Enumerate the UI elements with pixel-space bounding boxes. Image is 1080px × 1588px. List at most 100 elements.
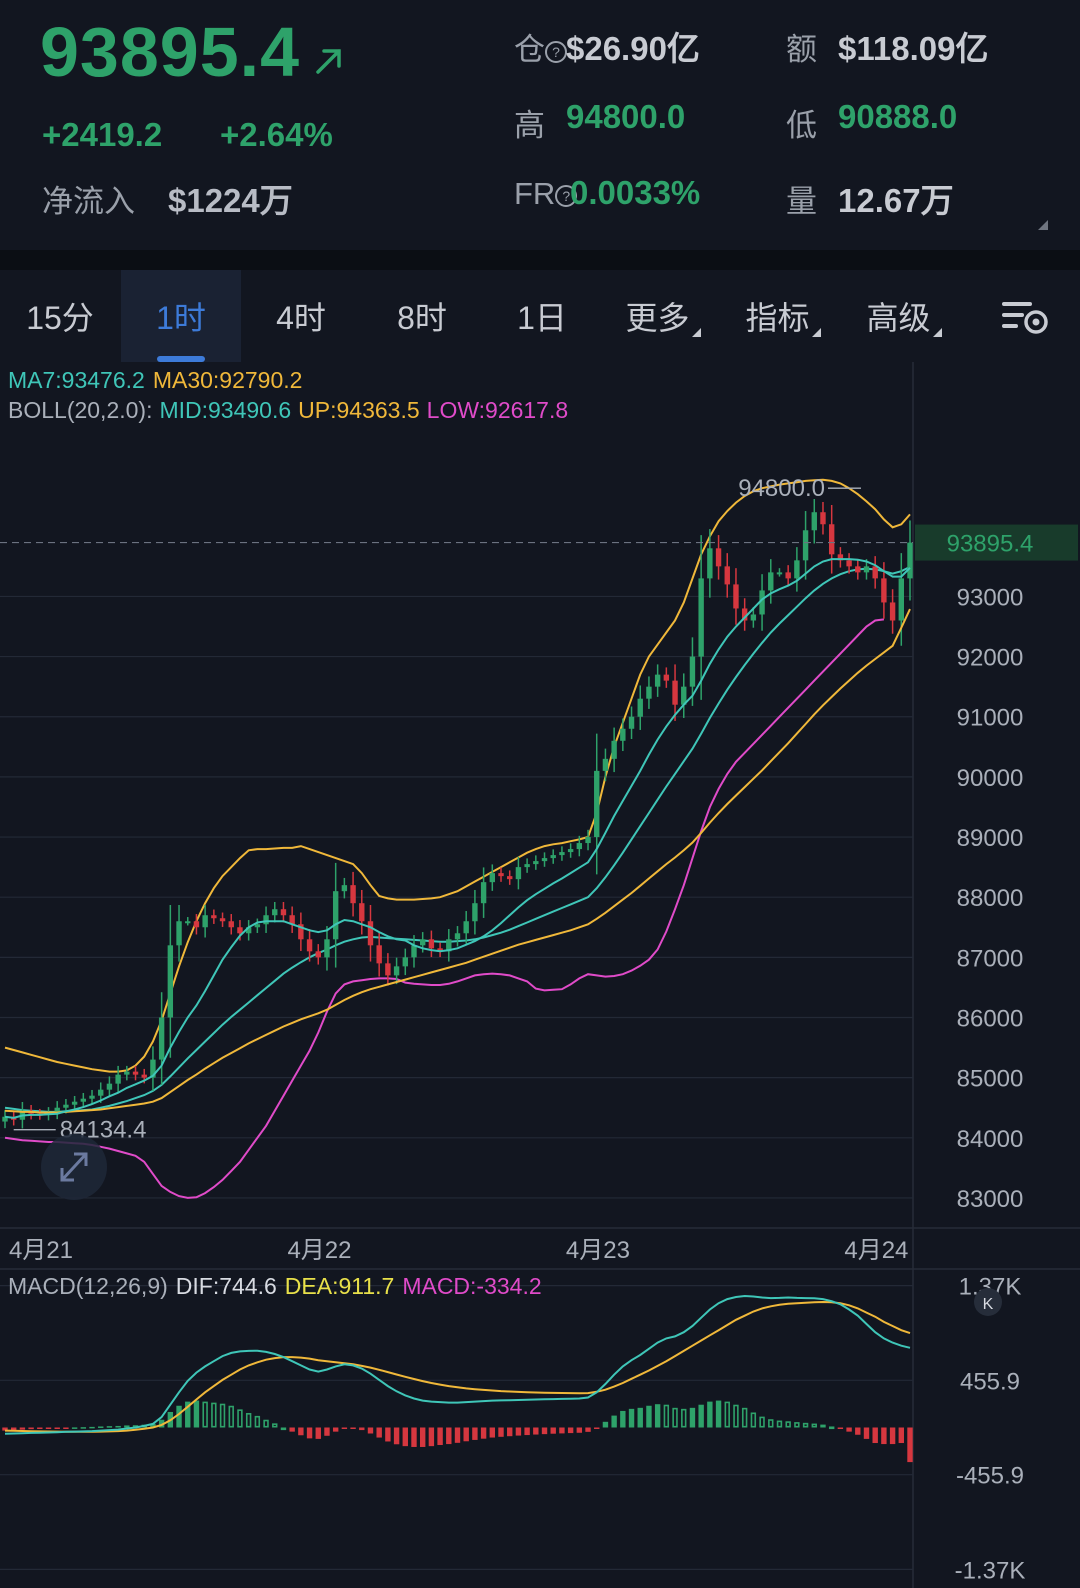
netflow-value: $1224万	[168, 182, 293, 219]
candle-body	[341, 885, 348, 892]
macd-bar	[28, 1427, 34, 1430]
amount-label: 额	[786, 32, 817, 67]
tab-8h[interactable]: 8时	[362, 270, 482, 362]
tab-label: 1日	[517, 300, 567, 336]
candle-body	[158, 1017, 165, 1060]
tab-1d[interactable]: 1日	[482, 270, 602, 362]
candle-body	[715, 548, 722, 567]
low-label: 低	[786, 108, 817, 143]
legend-ma30: MA30:92790.2	[153, 367, 303, 393]
tab-15m[interactable]: 15分	[0, 270, 120, 362]
macd-bar	[106, 1426, 113, 1428]
legend-boll: BOLL(20,2.0): MID:93490.6 UP:94363.5 LOW:92…	[8, 397, 568, 423]
macd-bar	[385, 1427, 391, 1442]
candle-body	[802, 530, 809, 561]
candle-body	[80, 1098, 87, 1102]
candle-body	[594, 770, 600, 838]
candle-body	[855, 566, 861, 573]
candle-body	[768, 572, 774, 591]
macd-bar	[63, 1427, 69, 1429]
tab-label: 4时	[276, 300, 326, 336]
candle-body	[115, 1074, 121, 1084]
candle-body	[881, 578, 887, 603]
funding-rate-value: 0.0033%	[570, 174, 701, 211]
macd-bar	[898, 1427, 904, 1444]
expand-corner-icon[interactable]	[1038, 220, 1048, 230]
max-price-label: 94800.0	[738, 475, 825, 502]
macd-bar	[515, 1427, 522, 1436]
tab-1h[interactable]: 1时	[121, 270, 241, 362]
candle-body	[237, 927, 243, 934]
candle-body	[515, 867, 522, 880]
candle-body	[132, 1071, 139, 1075]
legend-ma: MA7:93476.2 MA30:92790.2	[8, 367, 302, 393]
legend-boll-prefix: BOLL(20,2.0):	[8, 397, 152, 423]
legend-boll-up: UP:94363.5	[298, 397, 419, 423]
macd-bar	[446, 1427, 452, 1445]
legend-dea: DEA:911.7	[285, 1273, 395, 1299]
tab-more[interactable]: 更多	[603, 270, 723, 362]
candle-body	[663, 674, 670, 681]
candle-body	[332, 891, 339, 940]
tab-indicators[interactable]: 指标	[723, 270, 843, 362]
candle-body	[567, 849, 574, 853]
collapse-icon: K	[983, 1296, 994, 1313]
candle-body	[71, 1101, 78, 1105]
netflow-label: 净流入	[42, 184, 135, 219]
macd-bar	[594, 1427, 600, 1429]
candle-body	[411, 945, 417, 958]
macd-bar	[828, 1426, 835, 1430]
candle-body	[219, 918, 226, 922]
macd-bar	[489, 1427, 496, 1438]
candle-body	[306, 939, 313, 952]
date-label: 4月24	[844, 1237, 908, 1264]
funding-rate-label-text: FR	[514, 176, 556, 211]
macd-bar	[350, 1427, 356, 1429]
macd-bar	[289, 1427, 295, 1432]
macd-bar	[89, 1426, 95, 1429]
macd-bar	[359, 1427, 365, 1431]
candle-body	[280, 909, 287, 916]
macd-bar	[315, 1427, 321, 1439]
macd-bar	[533, 1427, 539, 1435]
collapse-button[interactable]: K	[974, 1288, 1002, 1316]
candle-body	[602, 758, 609, 771]
funding-rate-label: FR?	[514, 176, 578, 212]
candle-body	[124, 1071, 130, 1075]
legend-boll-mid: MID:93490.6	[159, 397, 291, 423]
macd-bar	[863, 1427, 870, 1439]
candle-body	[846, 560, 852, 567]
question-circle-icon[interactable]: ?	[545, 40, 567, 63]
expand-button[interactable]	[41, 1134, 107, 1200]
macd-bar	[19, 1427, 26, 1430]
candle-body	[315, 951, 321, 958]
candle-body	[463, 921, 469, 934]
macd-bar	[437, 1427, 443, 1445]
tab-advanced[interactable]: 高级	[844, 270, 964, 362]
legend-dif: DIF:744.6	[176, 1273, 277, 1299]
open-interest-label-text: 仓	[514, 32, 545, 67]
candle-body	[707, 548, 713, 579]
macd-tick-label: -455.9	[956, 1463, 1024, 1490]
macd-bar	[837, 1427, 844, 1429]
candle-body	[872, 566, 878, 579]
macd-bar	[98, 1426, 104, 1428]
macd-bar	[507, 1427, 513, 1437]
tab-4h[interactable]: 4时	[241, 270, 361, 362]
price-chart[interactable]: 93000 92000 91000 90000 89000 88000 87000 86000…	[0, 362, 1080, 1588]
amount-value: $118.09亿	[838, 30, 989, 67]
macd-bar	[54, 1427, 60, 1429]
price-tick-label: 90000	[957, 765, 1024, 792]
candle-body	[141, 1074, 147, 1078]
tab-label: 高级	[866, 300, 931, 336]
price-tick-label: 83000	[957, 1186, 1024, 1213]
candle-body	[498, 873, 504, 877]
candle-body	[524, 864, 530, 868]
macd-bar	[472, 1427, 478, 1440]
candle-body	[611, 740, 617, 759]
chart-settings-icon[interactable]	[1000, 296, 1050, 336]
candle-body	[646, 686, 652, 699]
arrow-up-right-icon	[316, 49, 341, 74]
macd-bar	[45, 1427, 52, 1429]
candle-body	[89, 1095, 95, 1099]
